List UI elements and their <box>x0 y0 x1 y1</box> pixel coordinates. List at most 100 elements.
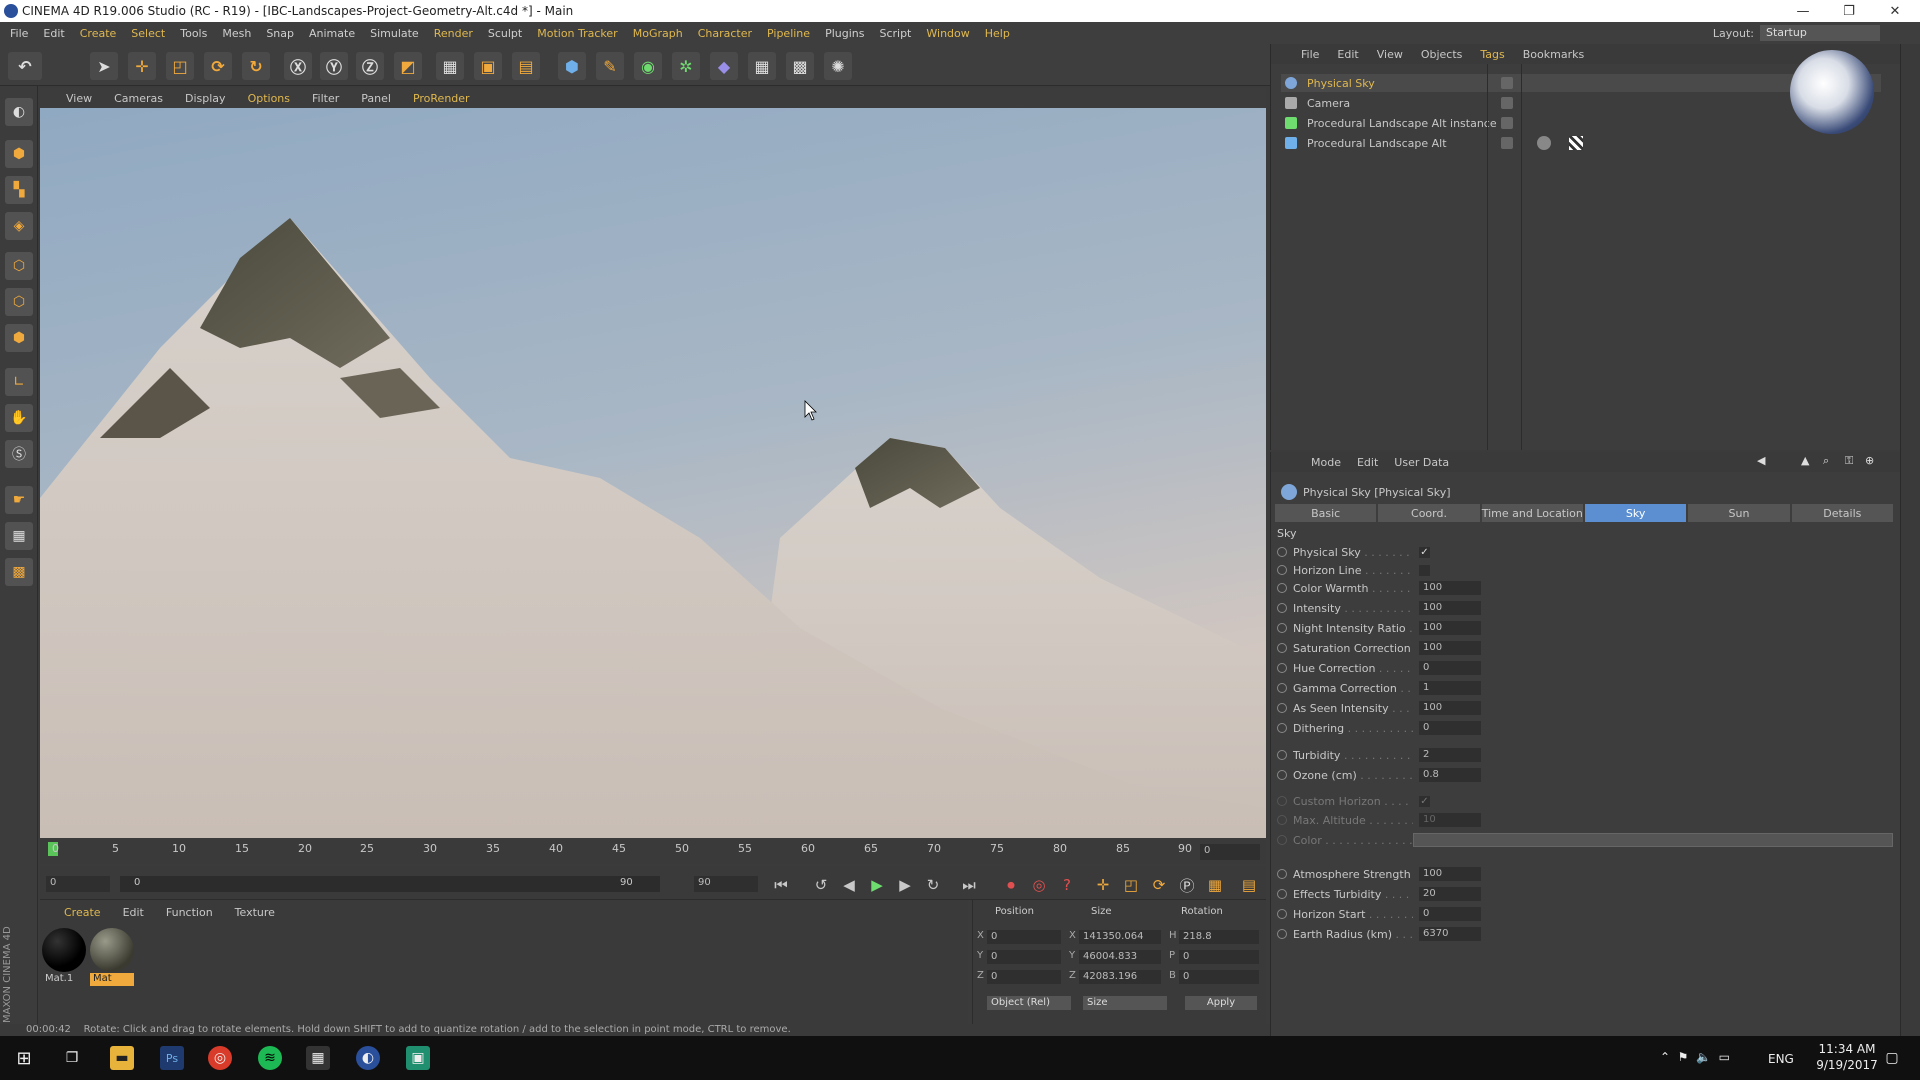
animate-dot-icon[interactable] <box>1277 869 1287 879</box>
cube-icon[interactable]: ⬢ <box>558 52 586 80</box>
floor-icon[interactable]: ▦ <box>748 52 776 80</box>
earth-radius-field[interactable]: 6370 <box>1419 927 1481 941</box>
animate-dot-icon[interactable] <box>1277 683 1287 693</box>
menu-tools[interactable]: Tools <box>180 27 207 40</box>
menu-plugins[interactable]: Plugins <box>825 27 864 40</box>
previous-frame-icon[interactable]: ◀ <box>838 874 860 896</box>
position-z-field[interactable]: 0 <box>987 970 1061 984</box>
saturation-correction-field[interactable]: 100 <box>1419 641 1481 655</box>
points-mode-icon[interactable]: ⬡ <box>5 252 33 280</box>
objects-menu-edit[interactable]: Edit <box>1337 48 1358 61</box>
menu-animate[interactable]: Animate <box>309 27 355 40</box>
tab-basic[interactable]: Basic <box>1275 504 1377 522</box>
physical-sky-checkbox[interactable]: ✓ <box>1419 546 1430 558</box>
objects-menu-tags[interactable]: Tags <box>1480 48 1504 61</box>
close-button[interactable]: ✕ <box>1872 0 1918 22</box>
go-to-start-icon[interactable]: ⏮ <box>770 874 792 896</box>
go-to-end-icon[interactable]: ⏭ <box>958 874 980 896</box>
mograph-cloner-icon[interactable]: ✲ <box>672 52 700 80</box>
file-explorer-icon[interactable]: ▬ <box>110 1046 134 1070</box>
light-icon[interactable]: ✺ <box>824 52 852 80</box>
object-row-landscape[interactable]: Procedural Landscape Alt <box>1281 134 1881 152</box>
next-keyframe-icon[interactable]: ↻ <box>922 874 944 896</box>
menu-character[interactable]: Character <box>698 27 752 40</box>
atmosphere-strength-field[interactable]: 100 <box>1419 867 1481 881</box>
next-frame-icon[interactable]: ▶ <box>894 874 916 896</box>
menu-mesh[interactable]: Mesh <box>222 27 251 40</box>
viewport-menu-view[interactable]: View <box>66 92 92 105</box>
key-scale-icon[interactable]: ◰ <box>1120 874 1142 896</box>
animate-dot-icon[interactable] <box>1277 929 1287 939</box>
up-arrow-icon[interactable]: ▲ <box>1801 454 1809 467</box>
menu-help[interactable]: Help <box>985 27 1010 40</box>
play-icon[interactable]: ▶ <box>866 874 888 896</box>
material-swatch-mat[interactable] <box>90 928 134 972</box>
previous-keyframe-icon[interactable]: ↺ <box>810 874 832 896</box>
timeline-ruler[interactable]: 0 5 10 15 20 25 30 35 40 45 50 55 60 65 … <box>40 840 1266 864</box>
objects-menu-objects[interactable]: Objects <box>1421 48 1463 61</box>
color-warmth-field[interactable]: 100 <box>1419 581 1481 595</box>
menu-simulate[interactable]: Simulate <box>370 27 419 40</box>
scheme-icon[interactable]: ▤ <box>1238 874 1260 896</box>
menu-mograph[interactable]: MoGraph <box>633 27 683 40</box>
cinema4d-taskbar-icon[interactable]: ◐ <box>356 1046 380 1070</box>
menu-snap[interactable]: Snap <box>266 27 294 40</box>
key-rotation-icon[interactable]: ⟳ <box>1148 874 1170 896</box>
render-view-icon[interactable]: ▦ <box>436 52 464 80</box>
as-seen-intensity-field[interactable]: 100 <box>1419 701 1481 715</box>
visibility-toggle[interactable] <box>1501 77 1513 89</box>
current-frame-field[interactable]: 0 <box>1200 844 1260 860</box>
range-slider[interactable]: 0 90 <box>120 876 660 892</box>
photoshop-icon[interactable]: Ps <box>160 1046 184 1070</box>
material-menu-texture[interactable]: Texture <box>235 906 275 919</box>
tab-sun[interactable]: Sun <box>1688 504 1790 522</box>
menu-select[interactable]: Select <box>131 27 165 40</box>
calculator-icon[interactable]: ▦ <box>306 1046 330 1070</box>
z-axis-icon[interactable]: Ⓩ <box>356 52 384 80</box>
animate-dot-icon[interactable] <box>1277 750 1287 760</box>
object-row-landscape-instance[interactable]: Procedural Landscape Alt instance <box>1281 114 1881 132</box>
size-y-field[interactable]: 46004.833 <box>1079 950 1161 964</box>
layout-dropdown[interactable]: Startup <box>1760 25 1880 41</box>
axis-mode-icon[interactable]: ∟ <box>5 368 33 396</box>
animate-dot-icon[interactable] <box>1277 583 1287 593</box>
attributes-menu-user-data[interactable]: User Data <box>1394 456 1449 469</box>
viewport-menu-display[interactable]: Display <box>185 92 226 105</box>
key-parameter-icon[interactable]: Ⓟ <box>1176 874 1198 896</box>
move-icon[interactable]: ✛ <box>128 52 156 80</box>
chrome-icon[interactable]: ◎ <box>208 1046 232 1070</box>
apply-button[interactable]: Apply <box>1185 996 1257 1010</box>
position-y-field[interactable]: 0 <box>987 950 1061 964</box>
camera-icon[interactable]: ▩ <box>786 52 814 80</box>
menu-sculpt[interactable]: Sculpt <box>488 27 522 40</box>
turbidity-field[interactable]: 2 <box>1419 748 1481 762</box>
menu-motion-tracker[interactable]: Motion Tracker <box>537 27 617 40</box>
objects-menu-file[interactable]: File <box>1301 48 1319 61</box>
ozone-field[interactable]: 0.8 <box>1419 768 1481 782</box>
key-pla-icon[interactable]: ▦ <box>1204 874 1226 896</box>
keyframe-selection-icon[interactable]: ? <box>1056 874 1078 896</box>
polygons-mode-icon[interactable]: ⬢ <box>5 324 33 352</box>
animate-dot-icon[interactable] <box>1277 703 1287 713</box>
app-taskbar-icon[interactable]: ▣ <box>406 1046 430 1070</box>
lock-icon[interactable]: ⚿ <box>1845 454 1853 468</box>
make-editable-icon[interactable]: ◐ <box>5 98 33 126</box>
menu-edit[interactable]: Edit <box>43 27 64 40</box>
x-axis-icon[interactable]: Ⓧ <box>284 52 312 80</box>
dithering-field[interactable]: 0 <box>1419 721 1481 735</box>
subdivision-icon[interactable]: ◉ <box>634 52 662 80</box>
viewport-menu-prorender[interactable]: ProRender <box>413 92 470 105</box>
animate-dot-icon[interactable] <box>1277 603 1287 613</box>
size-mode-dropdown[interactable]: Size <box>1083 996 1167 1010</box>
end-frame-field[interactable]: 90 <box>694 876 758 892</box>
rotate-icon[interactable]: ⟳ <box>204 52 232 80</box>
autokey-icon[interactable]: ◎ <box>1028 874 1050 896</box>
visibility-toggle[interactable] <box>1501 117 1513 129</box>
position-x-field[interactable]: 0 <box>987 930 1061 944</box>
key-position-icon[interactable]: ✛ <box>1092 874 1114 896</box>
rotation-p-field[interactable]: 0 <box>1179 950 1259 964</box>
coordinate-mode-dropdown[interactable]: Object (Rel) <box>987 996 1071 1010</box>
animate-dot-icon[interactable] <box>1277 909 1287 919</box>
horizon-line-checkbox[interactable] <box>1419 564 1430 576</box>
material-tag-icon[interactable] <box>1537 136 1551 150</box>
